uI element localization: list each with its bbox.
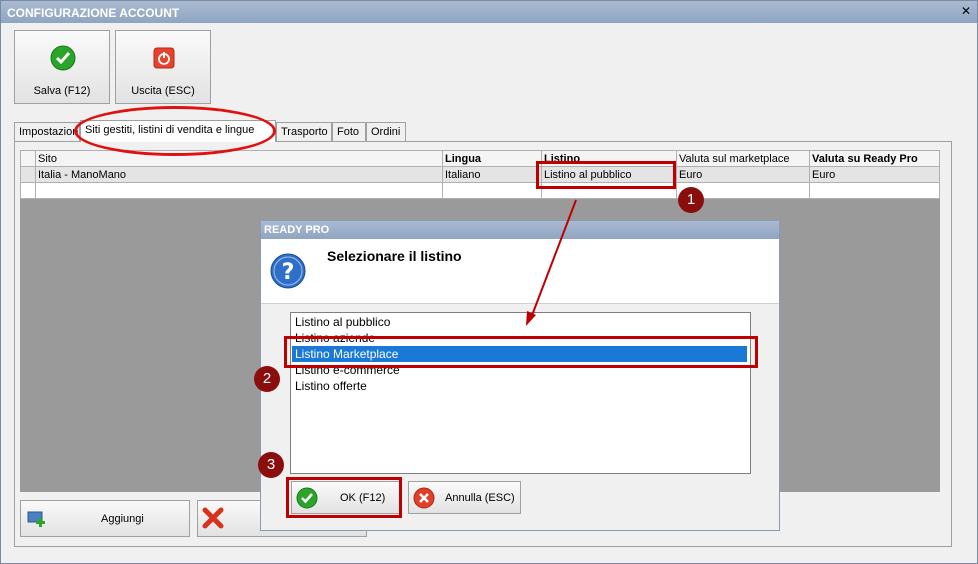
cancel-icon — [413, 487, 435, 509]
annotation-number-2: 2 — [254, 366, 280, 392]
cell-lingua[interactable]: Italiano — [442, 166, 542, 183]
cancel-button[interactable]: Annulla (ESC) — [408, 481, 521, 514]
sites-grid: Sito Lingua Listino Valuta sul marketpla… — [20, 150, 940, 199]
svg-text:?: ? — [282, 260, 295, 285]
tab-trasporto[interactable]: Trasporto — [276, 122, 332, 141]
tab-impostazioni[interactable]: Impostazioni — [14, 122, 80, 141]
cancel-label: Annulla (ESC) — [445, 492, 515, 504]
grid-header-sito[interactable]: Sito — [35, 150, 443, 167]
add-label: Aggiungi — [101, 513, 144, 525]
table-row-empty[interactable] — [20, 182, 940, 199]
exit-button[interactable]: Uscita (ESC) — [115, 30, 211, 104]
grid-header-lingua[interactable]: Lingua — [442, 150, 542, 167]
annotation-box-selected-item — [284, 336, 758, 368]
grid-header-valuta-readypro[interactable]: Valuta su Ready Pro — [809, 150, 940, 167]
cell-sito[interactable]: Italia - ManoMano — [35, 166, 443, 183]
annotation-box-listino-cell — [536, 161, 676, 189]
title-bar: CONFIGURAZIONE ACCOUNT ✕ — [1, 1, 977, 23]
delete-x-icon — [202, 507, 224, 529]
power-icon — [153, 47, 175, 69]
window-title: CONFIGURAZIONE ACCOUNT — [7, 6, 180, 20]
add-row-icon — [27, 511, 45, 527]
annotation-number-3: 3 — [258, 452, 284, 478]
row-indicator-cell — [20, 166, 36, 183]
checkmark-icon — [50, 45, 76, 71]
dialog-title: READY PRO — [264, 224, 330, 236]
dialog-question: Selezionare il listino — [327, 248, 462, 264]
cell-valuta-marketplace[interactable]: Euro — [676, 166, 810, 183]
grid-header-valuta-marketplace[interactable]: Valuta sul marketplace — [676, 150, 810, 167]
close-icon[interactable]: ✕ — [959, 4, 973, 18]
table-row[interactable]: Italia - ManoMano Italiano Listino al pu… — [20, 166, 940, 183]
exit-label: Uscita (ESC) — [131, 85, 195, 97]
annotation-oval-tab — [74, 106, 276, 156]
list-item[interactable]: Listino offerte — [292, 378, 747, 394]
add-button[interactable]: Aggiungi — [20, 500, 190, 537]
annotation-number-1: 1 — [678, 187, 704, 213]
save-button[interactable]: Salva (F12) — [14, 30, 110, 104]
cell-valuta-readypro[interactable]: Euro — [809, 166, 940, 183]
list-item[interactable]: Listino al pubblico — [292, 314, 747, 330]
row-indicator-cell — [20, 150, 36, 167]
save-label: Salva (F12) — [33, 85, 91, 97]
tab-ordini[interactable]: Ordini — [366, 122, 406, 141]
dialog-title-bar: READY PRO — [261, 221, 779, 239]
question-icon: ? — [270, 253, 306, 289]
tab-foto[interactable]: Foto — [332, 122, 366, 141]
annotation-box-ok — [286, 477, 402, 518]
